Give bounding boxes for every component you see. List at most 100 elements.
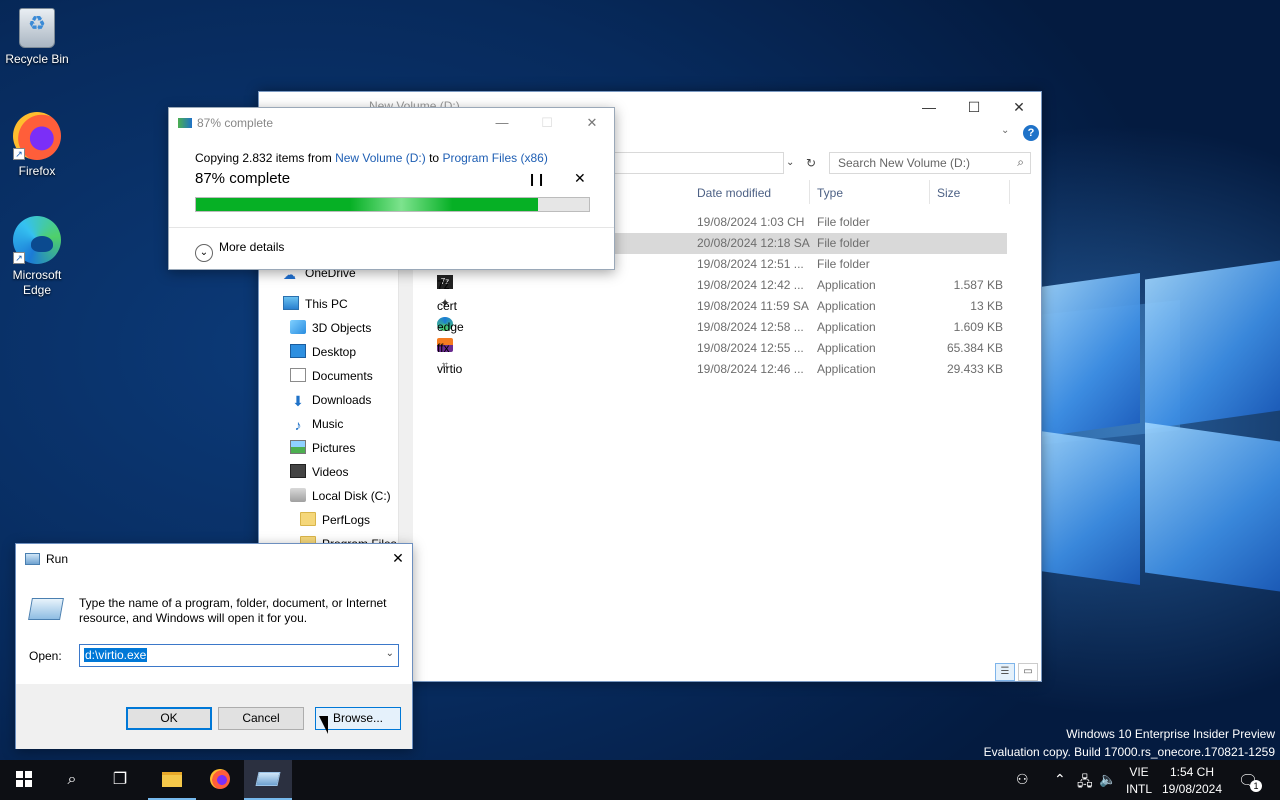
pause-button[interactable]: ❙❙ — [527, 172, 546, 186]
watermark-edition: Windows 10 Enterprise Insider Preview — [1066, 727, 1275, 741]
run-description: Type the name of a program, folder, docu… — [79, 596, 387, 625]
network-icon[interactable]: 🖧 — [1077, 771, 1093, 795]
details-view-button[interactable]: ☰ — [995, 663, 1015, 681]
table-row[interactable]: edge 19/08/2024 12:58 ... Application 1.… — [414, 317, 1007, 338]
ok-button[interactable]: OK — [126, 707, 212, 730]
row-name-text: virtio — [437, 362, 463, 376]
chevron-down-icon: ⌄ — [195, 244, 213, 262]
wallpaper-windows-logo — [1040, 260, 1280, 592]
nav-item-local-disk[interactable]: Local Disk (C:) — [290, 485, 391, 507]
ribbon-expand-chevron-icon[interactable]: ⌄ — [1001, 125, 1009, 136]
clock[interactable]: 1:54 CH 19/08/2024 — [1158, 760, 1226, 800]
copy-destination-link[interactable]: Program Files (x86) — [442, 151, 547, 165]
row-type: File folder — [817, 215, 870, 229]
row-type: Application — [817, 362, 876, 376]
cancel-copy-button[interactable]: ✕ — [574, 170, 586, 187]
local-disk-icon — [290, 488, 306, 502]
documents-icon — [290, 368, 306, 382]
input-language-indicator[interactable]: VIE INTL — [1124, 760, 1154, 800]
maximize-button[interactable]: ☐ — [954, 96, 994, 118]
nav-item-label: Documents — [312, 369, 373, 383]
row-date: 19/08/2024 12:46 ... — [697, 362, 804, 376]
nav-item-3d-objects[interactable]: 3D Objects — [290, 317, 371, 339]
desktop-icon-label: Recycle Bin — [5, 52, 69, 66]
run-program-icon — [28, 598, 64, 620]
cancel-button[interactable]: Cancel — [218, 707, 304, 730]
shortcut-arrow-icon: ↗ — [13, 148, 25, 160]
windows-logo-icon — [16, 771, 32, 787]
copy-percent-text: 87% complete — [195, 170, 291, 187]
run-dialog: Run ✕ Type the name of a program, folder… — [15, 543, 413, 749]
nav-item-this-pc[interactable]: This PC — [283, 293, 348, 315]
start-button[interactable] — [0, 760, 48, 800]
row-size: 1.587 KB — [953, 278, 1003, 292]
taskbar: ⌕ ❐ ⚇ ⌃ 🖧 🔈 VIE INTL 1:54 CH 19/08/2024 … — [0, 760, 1280, 800]
copy-source-link[interactable]: New Volume (D:) — [335, 151, 426, 165]
open-input[interactable]: d:\virtio.exe ⌄ — [79, 644, 399, 667]
firefox-icon — [210, 769, 230, 789]
large-icons-view-button[interactable]: ▭ — [1018, 663, 1038, 681]
taskbar-firefox[interactable] — [196, 760, 244, 800]
open-input-value: d:\virtio.exe — [84, 648, 148, 662]
nav-item-label: Pictures — [312, 441, 356, 455]
run-dialog-title: Run — [46, 552, 69, 566]
copy-status-line: Copying 2.832 items from New Volume (D:)… — [195, 151, 548, 165]
address-bar[interactable] — [614, 152, 784, 174]
close-button[interactable]: ✕ — [388, 548, 408, 568]
desktop-icon-label: Microsoft Edge — [12, 268, 62, 297]
desktop-icon-firefox[interactable]: ↗ Firefox — [0, 112, 74, 179]
shortcut-arrow-icon: ↗ — [13, 252, 25, 264]
open-label: Open: — [29, 649, 62, 663]
mouse-cursor-icon — [319, 716, 328, 734]
more-details-toggle[interactable]: ⌄ More details — [195, 240, 284, 262]
people-icon[interactable]: ⚇ — [1016, 771, 1029, 788]
nav-item-label: This PC — [305, 297, 348, 311]
desktop-icon-edge[interactable]: ↗ Microsoft Edge — [0, 216, 74, 298]
desktop-icon-recycle-bin[interactable]: Recycle Bin — [0, 8, 74, 67]
task-view-icon: ❐ — [112, 771, 128, 788]
refresh-icon[interactable]: ↻ — [800, 152, 822, 174]
nav-item-music[interactable]: ♪ Music — [290, 413, 344, 435]
table-row[interactable]: ffx 19/08/2024 12:55 ... Application 65.… — [414, 338, 1007, 359]
column-divider[interactable] — [1009, 180, 1010, 204]
search-icon: ⌕ — [67, 771, 77, 788]
task-view-button[interactable]: ❐ — [96, 760, 144, 800]
chevron-up-icon[interactable]: ⌃ — [1054, 771, 1066, 788]
nav-item-label: Music — [312, 417, 344, 431]
help-icon[interactable]: ? — [1023, 125, 1039, 141]
search-button[interactable]: ⌕ — [48, 760, 96, 800]
taskbar-run[interactable] — [244, 760, 292, 800]
nav-item-label: Desktop — [312, 345, 357, 359]
copy-progress-bar — [195, 197, 590, 212]
nav-item-desktop[interactable]: Desktop — [290, 341, 356, 363]
row-size: 65.384 KB — [946, 341, 1003, 355]
chevron-down-icon[interactable]: ⌄ — [386, 648, 394, 659]
close-button[interactable]: ✕ — [999, 96, 1039, 118]
minimize-button[interactable]: — — [909, 96, 949, 118]
nav-item-downloads[interactable]: ⬇ Downloads — [290, 389, 371, 411]
nav-item-videos[interactable]: Videos — [290, 461, 348, 483]
search-box[interactable]: Search New Volume (D:) ⌕ — [829, 152, 1031, 174]
column-divider[interactable] — [809, 180, 810, 204]
language-code: VIE — [1129, 765, 1149, 779]
column-divider[interactable] — [929, 180, 930, 204]
minimize-button[interactable]: — — [482, 111, 522, 135]
table-row[interactable]: 7z 7z 19/08/2024 12:42 ... Application 1.… — [414, 275, 1007, 296]
taskbar-file-explorer[interactable] — [148, 760, 196, 800]
row-type: Application — [817, 320, 876, 334]
row-date: 19/08/2024 12:42 ... — [697, 278, 804, 292]
table-row[interactable]: ✦ cert 19/08/2024 11:59 SA Application 13… — [414, 296, 1007, 317]
column-header-size[interactable]: Size — [937, 186, 960, 200]
nav-item-pictures[interactable]: Pictures — [290, 437, 355, 459]
run-icon — [255, 772, 281, 786]
column-header-type[interactable]: Type — [817, 186, 843, 200]
nav-item-perflogs[interactable]: PerfLogs — [300, 509, 370, 531]
clock-date: 19/08/2024 — [1161, 782, 1223, 796]
volume-muted-icon[interactable]: 🔈 — [1099, 771, 1116, 788]
address-dropdown-icon[interactable]: ⌄ — [786, 152, 800, 174]
close-button[interactable]: ✕ — [572, 111, 612, 135]
table-row[interactable]: ⌗ virtio 19/08/2024 12:46 ... Application… — [414, 359, 1007, 380]
nav-item-documents[interactable]: Documents — [290, 365, 373, 387]
edge-icon: ↗ — [13, 216, 61, 264]
column-header-date[interactable]: Date modified — [697, 186, 771, 200]
